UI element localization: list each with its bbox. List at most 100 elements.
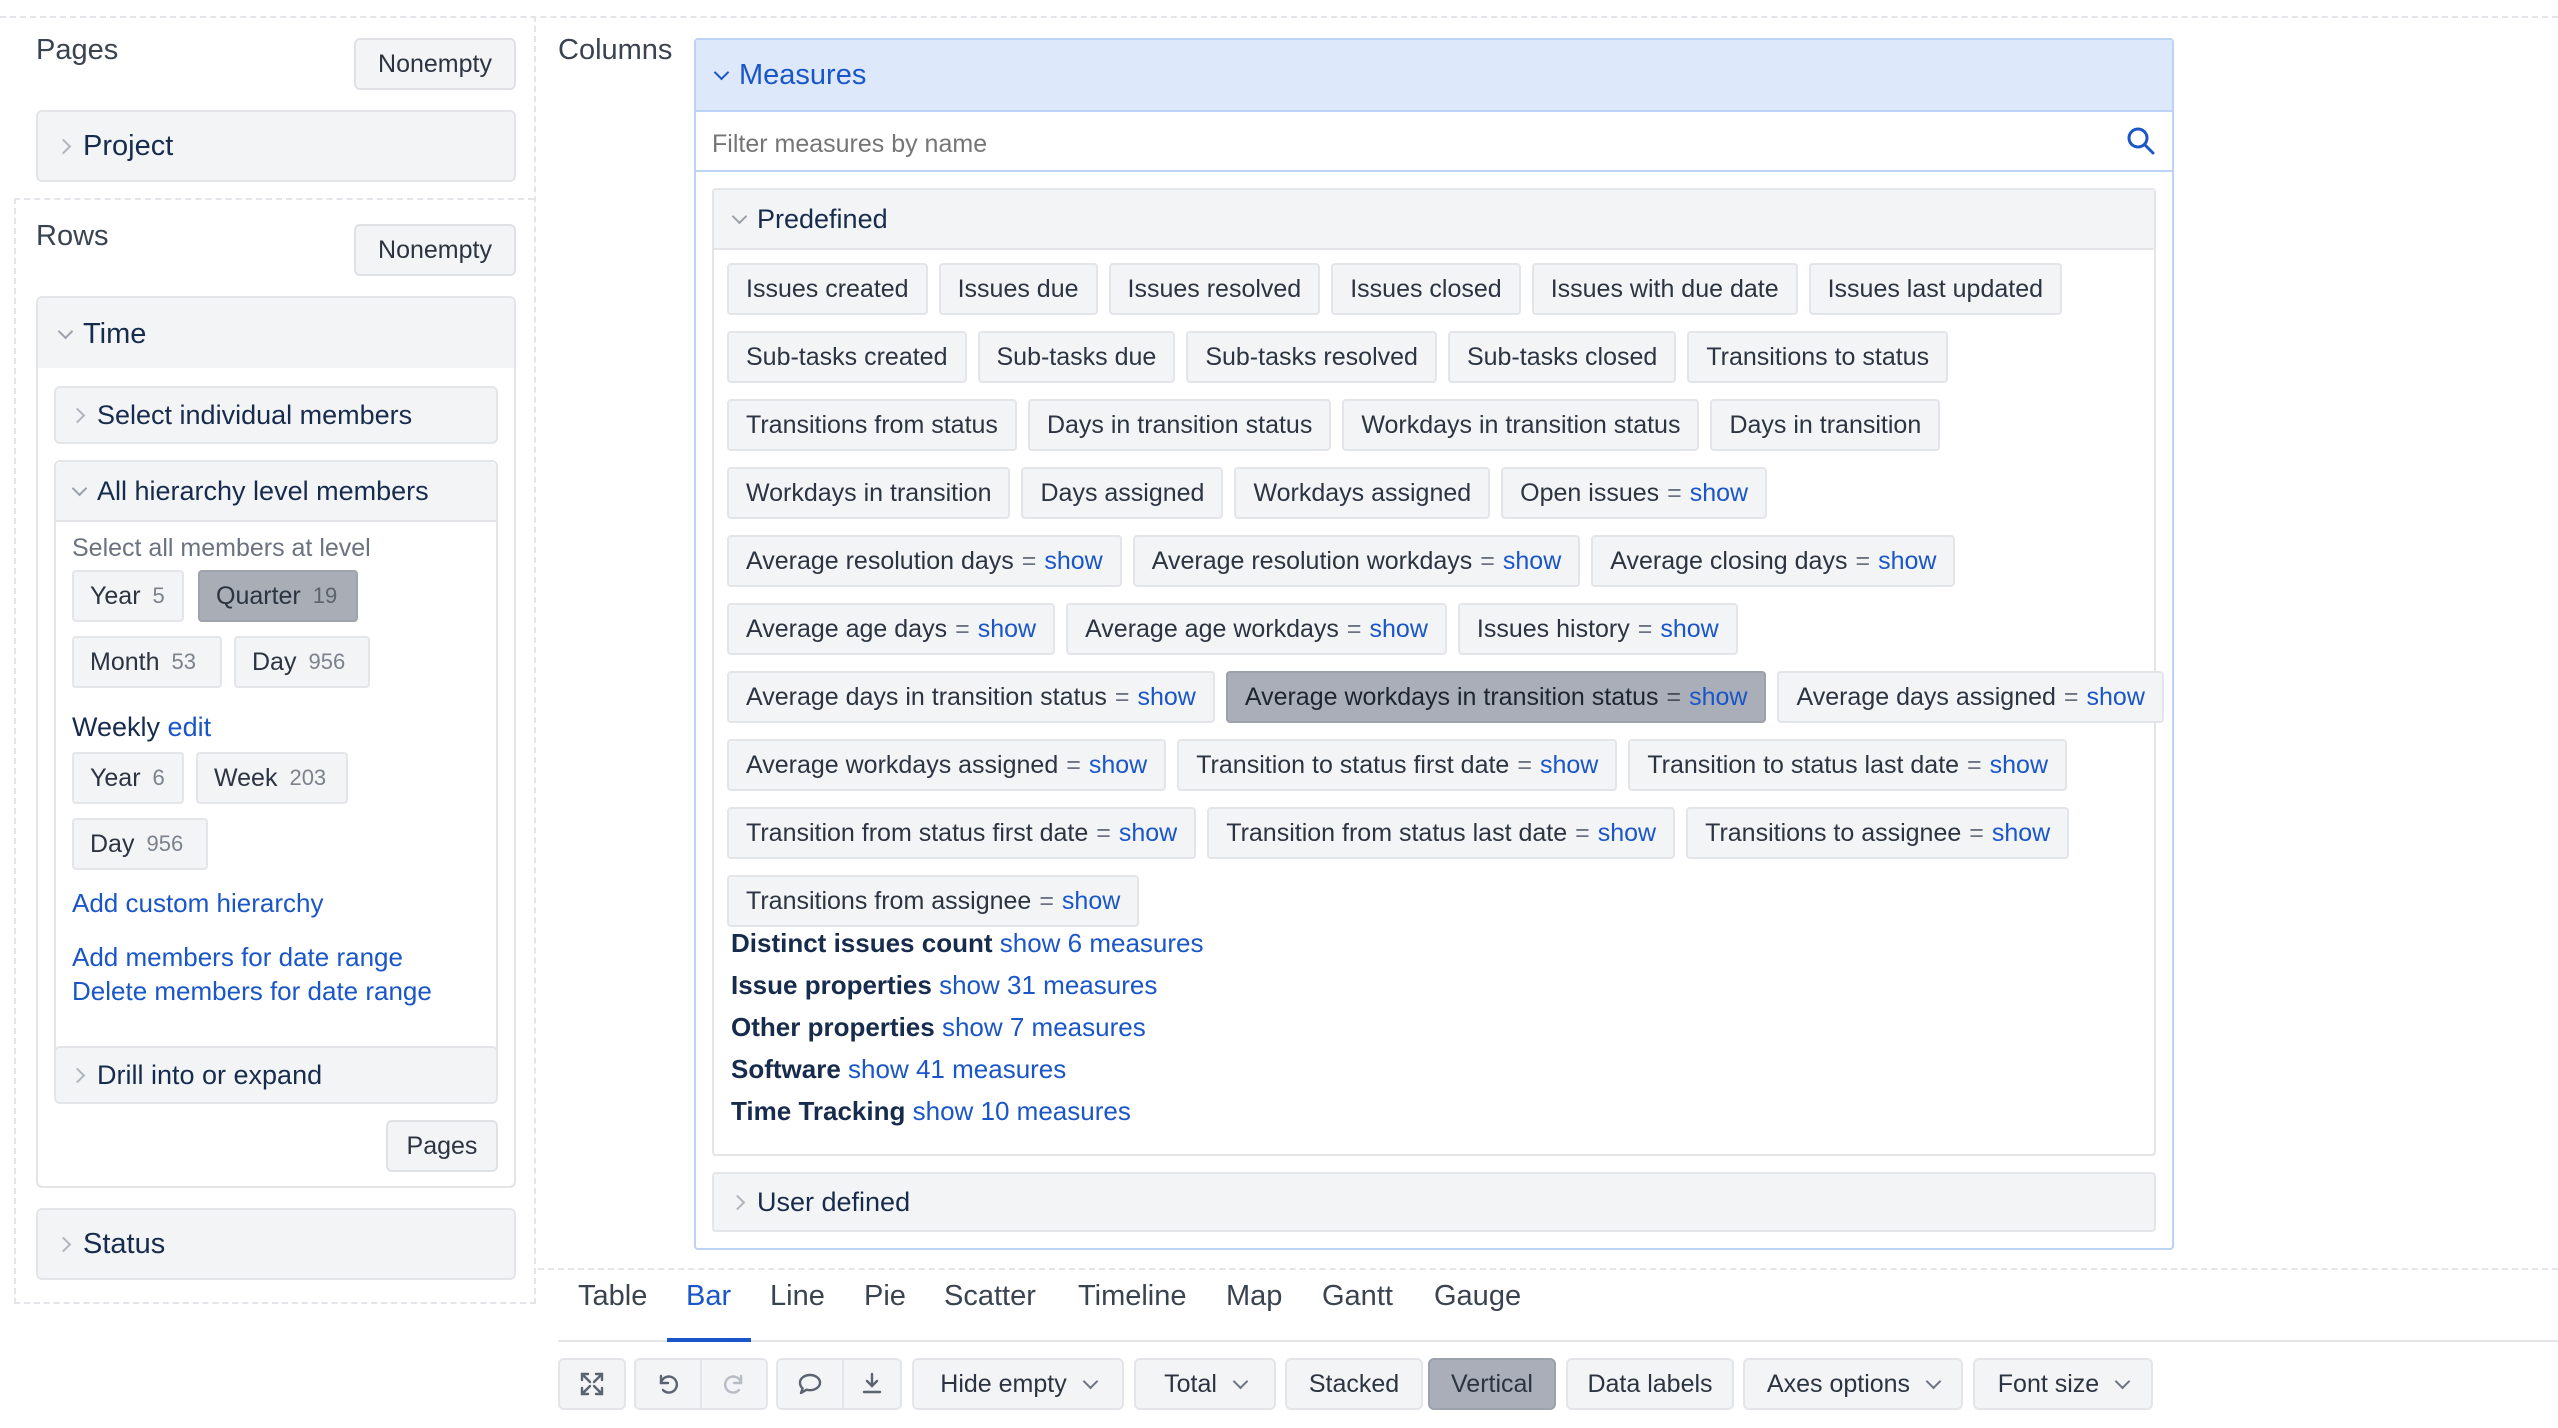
measure-chip[interactable]: Average resolution workdays = show [1132, 535, 1581, 587]
show-link[interactable]: show [1660, 615, 1718, 644]
status-dimension[interactable]: Status [36, 1208, 516, 1280]
measure-group-show-link[interactable]: show 31 measures [939, 970, 1157, 1000]
measure-chip[interactable]: Issues last updated [1808, 263, 2063, 315]
measure-chip[interactable]: Workdays in transition [727, 467, 1011, 519]
axes-options-dropdown[interactable]: Axes options [1743, 1358, 1963, 1410]
select-individual-members[interactable]: Select individual members [54, 386, 498, 444]
tab-map[interactable]: Map [1226, 1280, 1282, 1313]
measure-group-show-link[interactable]: show 7 measures [942, 1012, 1146, 1042]
measure-chip[interactable]: Issues closed [1331, 263, 1521, 315]
vertical-toggle[interactable]: Vertical [1428, 1358, 1556, 1410]
measure-chip[interactable]: Transition from status first date = show [727, 807, 1197, 859]
project-dimension[interactable]: Project [36, 110, 516, 182]
show-link[interactable]: show [1370, 615, 1428, 644]
level-quarter[interactable]: Quarter 19 [198, 570, 358, 622]
pages-button[interactable]: Pages [386, 1120, 498, 1172]
total-dropdown[interactable]: Total [1134, 1358, 1276, 1410]
level-year[interactable]: Year 5 [72, 570, 184, 622]
measure-chip[interactable]: Transitions to status [1687, 331, 1949, 383]
time-dimension-header[interactable]: Time [54, 298, 146, 370]
measure-chip[interactable]: Issues history = show [1457, 603, 1738, 655]
download-button[interactable] [842, 1358, 902, 1410]
tab-pie[interactable]: Pie [864, 1280, 906, 1313]
show-link[interactable]: show [1598, 819, 1656, 848]
measure-chip[interactable]: Transitions from status [727, 399, 1017, 451]
measure-chip[interactable]: Issues with due date [1531, 263, 1798, 315]
add-custom-hierarchy-link[interactable]: Add custom hierarchy [72, 888, 323, 919]
measure-chip[interactable]: Average age workdays = show [1066, 603, 1447, 655]
show-link[interactable]: show [1503, 547, 1561, 576]
comment-button[interactable] [776, 1358, 844, 1410]
measure-chip[interactable]: Transitions to assignee = show [1686, 807, 2070, 859]
measure-chip[interactable]: Average resolution days = show [727, 535, 1122, 587]
filter-measures-input[interactable] [696, 112, 2132, 176]
all-hierarchy-header[interactable]: All hierarchy level members [56, 462, 496, 522]
measure-chip[interactable]: Sub-tasks due [977, 331, 1176, 383]
measure-chip[interactable]: Workdays assigned [1234, 467, 1491, 519]
measure-chip[interactable]: Sub-tasks resolved [1186, 331, 1437, 383]
pages-nonempty-button[interactable]: Nonempty [354, 38, 516, 90]
show-link[interactable]: show [1044, 547, 1102, 576]
tab-gauge[interactable]: Gauge [1434, 1280, 1521, 1313]
show-link[interactable]: show [1689, 683, 1747, 712]
measure-chip[interactable]: Average days in transition status = show [727, 671, 1215, 723]
measure-chip[interactable]: Transition from status last date = show [1207, 807, 1676, 859]
weekly-level-day[interactable]: Day 956 [72, 818, 208, 870]
measure-chip[interactable]: Transition to status first date = show [1177, 739, 1618, 791]
hide-empty-dropdown[interactable]: Hide empty [912, 1358, 1124, 1410]
show-link[interactable]: show [1992, 819, 2050, 848]
measure-chip[interactable]: Days assigned [1021, 467, 1224, 519]
measure-chip[interactable]: Issues resolved [1108, 263, 1321, 315]
show-link[interactable]: show [978, 615, 1036, 644]
predefined-header[interactable]: Predefined [714, 190, 2154, 250]
show-link[interactable]: show [1690, 479, 1748, 508]
data-labels-toggle[interactable]: Data labels [1566, 1358, 1734, 1410]
measure-chip[interactable]: Transitions from assignee = show [727, 875, 1140, 927]
measure-chip[interactable]: Sub-tasks closed [1447, 331, 1677, 383]
measure-group-show-link[interactable]: show 6 measures [1000, 928, 1204, 958]
fullscreen-button[interactable] [558, 1358, 626, 1410]
show-link[interactable]: show [1119, 819, 1177, 848]
tab-bar[interactable]: Bar [686, 1280, 731, 1313]
tab-table[interactable]: Table [578, 1280, 647, 1313]
measure-chip[interactable]: Average closing days = show [1591, 535, 1956, 587]
measure-group-show-link[interactable]: show 41 measures [848, 1054, 1066, 1084]
measure-chip[interactable]: Transition to status last date = show [1628, 739, 2068, 791]
drill-into-expand[interactable]: Drill into or expand [54, 1046, 498, 1104]
measure-group-show-link[interactable]: show 10 measures [913, 1096, 1131, 1126]
measure-chip[interactable]: Average workdays assigned = show [727, 739, 1167, 791]
show-link[interactable]: show [1062, 887, 1120, 916]
show-link[interactable]: show [1089, 751, 1147, 780]
tab-gantt[interactable]: Gantt [1322, 1280, 1393, 1313]
font-size-dropdown[interactable]: Font size [1973, 1358, 2153, 1410]
add-members-date-range-link[interactable]: Add members for date range [72, 942, 403, 973]
tab-timeline[interactable]: Timeline [1078, 1280, 1187, 1313]
redo-button[interactable] [700, 1358, 768, 1410]
measure-chip[interactable]: Issues due [938, 263, 1098, 315]
undo-button[interactable] [634, 1358, 702, 1410]
level-day[interactable]: Day 956 [234, 636, 370, 688]
show-link[interactable]: show [2087, 683, 2145, 712]
measure-chip[interactable]: Average age days = show [727, 603, 1056, 655]
measure-chip[interactable]: Issues created [727, 263, 928, 315]
measure-chip[interactable]: Workdays in transition status [1342, 399, 1700, 451]
show-link[interactable]: show [1990, 751, 2048, 780]
level-month[interactable]: Month 53 [72, 636, 222, 688]
weekly-level-week[interactable]: Week 203 [196, 752, 348, 804]
show-link[interactable]: show [1540, 751, 1598, 780]
rows-nonempty-button[interactable]: Nonempty [354, 224, 516, 276]
measure-chip[interactable]: Average workdays in transition status = sh… [1225, 671, 1767, 723]
measure-chip[interactable]: Open issues = show [1501, 467, 1768, 519]
measures-header[interactable]: Measures [696, 40, 2172, 112]
measure-chip[interactable]: Average days assigned = show [1777, 671, 2164, 723]
stacked-toggle[interactable]: Stacked [1285, 1358, 1423, 1410]
measure-chip[interactable]: Days in transition [1710, 399, 1941, 451]
weekly-edit-link[interactable]: edit [168, 712, 212, 742]
search-icon[interactable] [2126, 126, 2156, 156]
measure-chip[interactable]: Sub-tasks created [727, 331, 967, 383]
tab-line[interactable]: Line [770, 1280, 825, 1313]
tab-scatter[interactable]: Scatter [944, 1280, 1036, 1313]
user-defined-panel[interactable]: User defined [712, 1172, 2156, 1232]
weekly-level-year[interactable]: Year 6 [72, 752, 184, 804]
show-link[interactable]: show [1137, 683, 1195, 712]
